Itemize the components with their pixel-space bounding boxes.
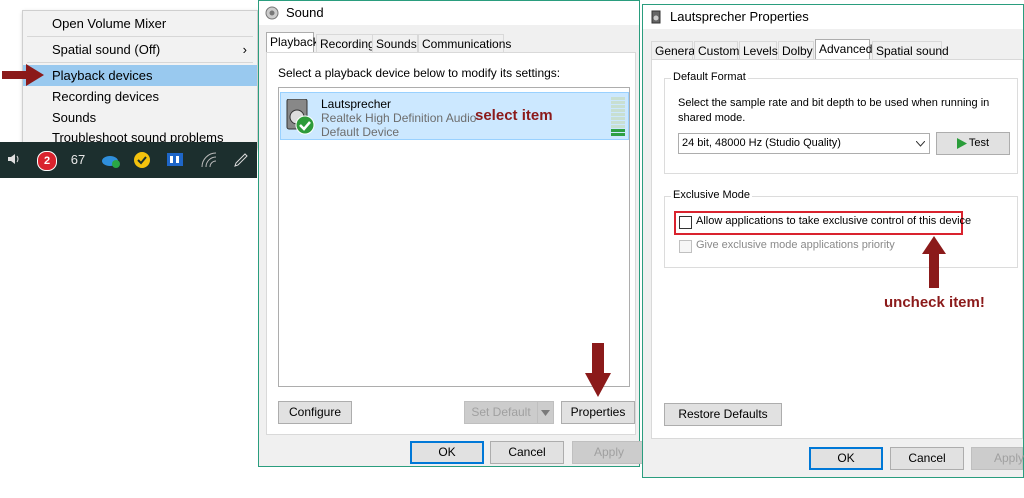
- annotation-uncheck-item: uncheck item!: [884, 294, 985, 311]
- cancel-button[interactable]: Cancel: [890, 447, 964, 470]
- taskbar: 2 67: [0, 142, 257, 178]
- annotation-select-item: select item: [475, 107, 553, 124]
- arrow-down-annotation: [585, 343, 611, 397]
- format-select-value: 24 bit, 48000 Hz (Studio Quality): [682, 137, 841, 149]
- sound-dialog: Sound Playback Recording Sounds Communic…: [258, 0, 646, 467]
- menu-item-playback-devices[interactable]: Playback devices: [23, 65, 257, 86]
- properties-titlebar: Lautsprecher Properties: [643, 5, 1023, 29]
- level-meter-segment: [611, 113, 625, 116]
- menu-item-label: Playback devices: [52, 68, 153, 83]
- properties-dialog: Lautsprecher Properties General Custom L…: [642, 4, 1024, 478]
- exclusive-mode-legend: Exclusive Mode: [671, 189, 753, 201]
- level-meter-segment: [611, 121, 625, 124]
- priority-label: Give exclusive mode applications priorit…: [696, 239, 895, 251]
- arrow-right-annotation: [2, 64, 44, 86]
- tab-general[interactable]: General: [651, 41, 698, 59]
- menu-item-label: Open Volume Mixer: [52, 16, 167, 31]
- device-row-lautsprecher[interactable]: Lautsprecher Realtek High Definition Aud…: [280, 92, 629, 140]
- speaker-device-icon: [286, 99, 315, 135]
- test-button[interactable]: Test: [936, 132, 1010, 155]
- cancel-button[interactable]: Cancel: [490, 441, 564, 464]
- tab-recording[interactable]: Recording: [316, 34, 375, 52]
- tab-communications[interactable]: Communications: [418, 34, 511, 52]
- tab-sounds[interactable]: Sounds: [372, 34, 418, 52]
- menu-item-label: Sounds: [52, 110, 97, 125]
- level-meter-segment: [611, 117, 625, 120]
- speaker-icon: [651, 10, 661, 24]
- play-icon: [956, 137, 967, 149]
- speaker-icon[interactable]: [6, 151, 22, 169]
- level-meter-segment: [611, 133, 625, 136]
- tab-spatial-sound[interactable]: Spatial sound: [872, 41, 949, 59]
- level-meter-segment: [611, 109, 625, 112]
- allow-exclusive-checkbox[interactable]: [679, 216, 692, 229]
- sound-titlebar: Sound: [259, 1, 639, 25]
- menu-separator: [27, 36, 253, 37]
- priority-checkbox[interactable]: [679, 240, 692, 253]
- tab-levels[interactable]: Levels: [739, 41, 778, 59]
- menu-item-open-volume-mixer[interactable]: Open Volume Mixer: [23, 13, 257, 34]
- chevron-down-icon: [916, 141, 925, 147]
- menu-item-spatial-sound[interactable]: Spatial sound (Off) ›: [23, 39, 257, 60]
- tab-custom[interactable]: Custom: [694, 41, 739, 59]
- level-meter: [611, 96, 625, 137]
- test-button-label: Test: [968, 137, 990, 149]
- properties-title: Lautsprecher Properties: [670, 9, 809, 24]
- apply-button[interactable]: Apply: [971, 447, 1024, 470]
- default-format-group: Default Format Select the sample rate an…: [664, 71, 1018, 174]
- configure-button[interactable]: Configure: [278, 401, 352, 424]
- ok-button[interactable]: OK: [410, 441, 484, 464]
- default-format-description: Select the sample rate and bit depth to …: [678, 97, 990, 124]
- pen-icon[interactable]: [232, 151, 250, 169]
- tab-dolby[interactable]: Dolby: [778, 41, 814, 59]
- playback-instruction: Select a playback device below to modify…: [278, 66, 561, 80]
- device-driver: Realtek High Definition Audio: [321, 111, 477, 125]
- set-default-button[interactable]: Set Default: [464, 401, 538, 424]
- playback-panel: Select a playback device below to modify…: [266, 52, 636, 435]
- app-tray-icon[interactable]: [166, 151, 184, 169]
- level-meter-segment: [611, 129, 625, 132]
- advanced-panel: Default Format Select the sample rate an…: [651, 59, 1023, 439]
- level-meter-segment: [611, 97, 625, 100]
- tab-playback[interactable]: Playback: [266, 32, 319, 53]
- notification-badge[interactable]: 2: [37, 151, 57, 171]
- tab-advanced[interactable]: Advanced: [815, 39, 872, 60]
- properties-button[interactable]: Properties: [561, 401, 635, 424]
- device-name: Lautsprecher: [321, 97, 392, 111]
- exclusive-mode-group: Exclusive Mode Allow applications to tak…: [664, 189, 1018, 268]
- allow-exclusive-label: Allow applications to take exclusive con…: [696, 215, 972, 227]
- format-select[interactable]: 24 bit, 48000 Hz (Studio Quality): [678, 133, 930, 154]
- level-meter-segment: [611, 101, 625, 104]
- restore-defaults-button[interactable]: Restore Defaults: [664, 403, 782, 426]
- default-format-legend: Default Format: [671, 71, 748, 83]
- sound-tabs: Playback Recording Sounds Communications: [266, 32, 636, 54]
- speaker-icon: [265, 6, 279, 20]
- ok-button[interactable]: OK: [809, 447, 883, 470]
- menu-item-label: Spatial sound (Off): [52, 42, 161, 57]
- wifi-icon[interactable]: [200, 151, 218, 169]
- level-meter-segment: [611, 105, 625, 108]
- menu-item-label: Recording devices: [52, 89, 159, 104]
- apply-button[interactable]: Apply: [572, 441, 646, 464]
- shield-check-icon[interactable]: [133, 151, 151, 169]
- menu-item-sounds[interactable]: Sounds: [23, 107, 257, 128]
- properties-tabs: General Custom Levels Dolby Advanced Spa…: [651, 39, 1021, 61]
- context-menu: Open Volume Mixer Spatial sound (Off) › P…: [22, 10, 258, 148]
- set-default-dropdown[interactable]: [537, 401, 554, 424]
- menu-separator: [27, 62, 253, 63]
- chevron-right-icon: ›: [242, 42, 247, 57]
- temperature-readout: 67: [70, 152, 86, 167]
- device-status: Default Device: [321, 125, 400, 139]
- onedrive-icon[interactable]: [101, 151, 121, 169]
- sound-title: Sound: [286, 5, 324, 20]
- arrow-up-annotation-2: [922, 236, 946, 288]
- menu-item-recording-devices[interactable]: Recording devices: [23, 86, 257, 107]
- device-list[interactable]: Lautsprecher Realtek High Definition Aud…: [278, 87, 630, 387]
- level-meter-segment: [611, 125, 625, 128]
- chevron-down-icon: [541, 410, 550, 416]
